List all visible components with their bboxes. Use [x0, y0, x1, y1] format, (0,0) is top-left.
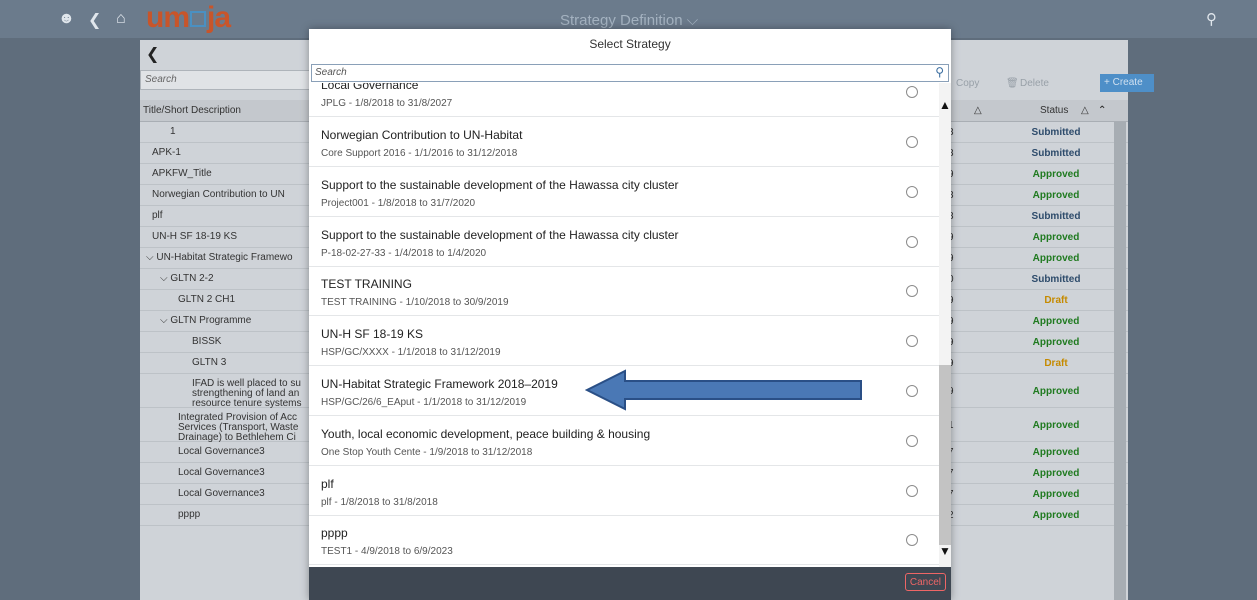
select-radio[interactable]	[906, 185, 918, 198]
select-radio[interactable]	[906, 484, 918, 497]
strategy-subtitle: HSP/GC/XXXX - 1/1/2018 to 31/12/2019	[321, 347, 501, 359]
sort-icon[interactable]: △	[974, 105, 982, 116]
row-title: Norwegian Contribution to UN	[152, 189, 285, 200]
back-icon[interactable]: ❮	[88, 10, 101, 30]
status-badge: Approved	[1032, 337, 1080, 348]
delete-icon[interactable]: 🗑	[1006, 78, 1019, 89]
strategy-title: TEST TRAINING	[321, 277, 412, 292]
row-title: ⌵ GLTN Programme	[160, 315, 252, 326]
strategy-list-item[interactable]: Norwegian Contribution to UN-Habitat Core…	[309, 117, 939, 167]
strategy-title: Support to the sustainable development o…	[321, 227, 679, 242]
column-title[interactable]: Title/Short Description	[143, 105, 241, 116]
select-radio[interactable]	[906, 335, 918, 348]
scrollbar[interactable]	[1114, 122, 1126, 600]
back-icon[interactable]: ❮	[146, 44, 159, 64]
strategy-title: Norwegian Contribution to UN-Habitat	[321, 128, 523, 142]
status-badge: Approved	[1032, 468, 1080, 479]
status-badge: Submitted	[1031, 148, 1081, 159]
strategy-subtitle: TEST TRAINING - 1/10/2018 to 30/9/2019	[321, 297, 509, 309]
column-status[interactable]: Status	[1040, 105, 1068, 116]
strategy-list-item[interactable]: UN-H SF 18-19 KS HSP/GC/XXXX - 1/1/2018 t…	[309, 316, 939, 367]
strategy-title: plf	[321, 476, 334, 491]
dialog-footer: Cancel	[309, 567, 951, 600]
scroll-up-icon[interactable]: ▲	[939, 98, 951, 112]
strategy-subtitle: plf - 1/8/2018 to 31/8/2018	[321, 496, 438, 508]
strategy-list-item[interactable]: Local Governance JPLG - 1/8/2018 to 31/8/…	[309, 83, 939, 117]
strategy-list-item[interactable]: pppp TEST1 - 4/9/2018 to 6/9/2023	[309, 515, 939, 566]
strategy-subtitle: P-18-02-27-33 - 1/4/2018 to 1/4/2020	[321, 247, 487, 259]
strategy-list-item[interactable]: Youth, local economic development, peace…	[309, 416, 939, 466]
search-input[interactable]: Search ⚲	[311, 64, 949, 82]
strategy-list: Local Governance JPLG - 1/8/2018 to 31/8/…	[309, 83, 939, 567]
status-badge: Approved	[1032, 253, 1080, 264]
status-badge: Approved	[1032, 447, 1080, 458]
row-title: APKFW_Title	[152, 168, 212, 179]
strategy-list-item[interactable]: plf plf - 1/8/2018 to 31/8/2018	[309, 466, 939, 516]
strategy-subtitle: Project001 - 1/8/2018 to 31/7/2020	[321, 197, 476, 209]
select-radio[interactable]	[906, 434, 918, 447]
status-badge: Approved	[1032, 316, 1080, 327]
status-badge: Submitted	[1031, 127, 1081, 138]
status-badge: Draft	[1044, 295, 1068, 306]
dialog-title: Select Strategy	[589, 37, 671, 51]
scroll-down-icon[interactable]: ▼	[939, 544, 951, 558]
status-badge: Submitted	[1031, 274, 1081, 285]
row-title: ⌵ GLTN 2-2	[160, 273, 214, 284]
strategy-list-item[interactable]: Support to the sustainable development o…	[309, 167, 939, 217]
strategy-subtitle: HSP/GC/26/6_EAput - 1/1/2018 to 31/12/20…	[321, 397, 527, 408]
strategy-subtitle: One Stop Youth Cente - 1/9/2018 to 31/12…	[321, 446, 533, 458]
strategy-title: pppp	[321, 526, 348, 541]
row-title: Integrated Provision of Acc Services (Tr…	[178, 412, 299, 443]
umoja-logo[interactable]: um ja	[146, 1, 231, 35]
select-radio[interactable]	[906, 385, 918, 397]
strategy-title: UN-Habitat Strategic Framework 2018–2019	[321, 377, 558, 391]
select-radio[interactable]	[906, 86, 918, 98]
strategy-list-item[interactable]: Support to the sustainable development o…	[309, 217, 939, 267]
status-badge: Approved	[1032, 510, 1080, 521]
status-badge: Submitted	[1031, 211, 1081, 222]
user-icon[interactable]: ☻	[58, 10, 75, 28]
list-search-input[interactable]: Search	[140, 70, 320, 90]
delete-button[interactable]: Delete	[1020, 78, 1049, 89]
row-title: plf	[152, 210, 163, 221]
select-radio[interactable]	[906, 136, 918, 148]
cancel-button[interactable]: Cancel	[904, 573, 946, 591]
status-badge: Approved	[1032, 190, 1080, 201]
status-badge: Approved	[1032, 489, 1080, 500]
status-badge: Approved	[1032, 232, 1080, 243]
copy-button[interactable]: Copy	[956, 78, 979, 89]
strategy-subtitle: Core Support 2016 - 1/1/2016 to 31/12/20…	[321, 148, 518, 159]
row-title: ⌵ UN-Habitat Strategic Framewo	[146, 252, 293, 263]
scroll-up-icon[interactable]: ⌃	[1098, 105, 1106, 116]
scrollbar-thumb[interactable]	[939, 365, 951, 545]
status-badge: Approved	[1032, 386, 1080, 397]
status-badge: Draft	[1044, 358, 1068, 369]
select-radio[interactable]	[906, 285, 918, 298]
search-placeholder: Search	[315, 67, 347, 78]
row-title: UN-H SF 18-19 KS	[152, 231, 238, 242]
create-button[interactable]: + Create	[1100, 74, 1154, 92]
select-radio[interactable]	[906, 235, 918, 248]
home-icon[interactable]: ⌂	[116, 10, 126, 28]
annotation-arrow-icon	[585, 369, 862, 411]
strategy-title: UN-H SF 18-19 KS	[321, 327, 424, 342]
select-radio[interactable]	[906, 534, 918, 547]
search-icon[interactable]: ⚲	[1206, 10, 1217, 28]
strategy-title: Local Governance	[321, 83, 419, 92]
create-label: Create	[1112, 77, 1143, 88]
sort-icon[interactable]: △	[1081, 105, 1089, 116]
status-badge: Approved	[1032, 420, 1080, 431]
strategy-list-item[interactable]: TEST TRAINING TEST TRAINING - 1/10/2018 t…	[309, 266, 939, 317]
search-icon[interactable]: ⚲	[935, 65, 944, 79]
strategy-subtitle: JPLG - 1/8/2018 to 31/8/2027	[321, 98, 453, 109]
app-title[interactable]: Strategy Definition ⌵	[560, 12, 698, 29]
strategy-title: Youth, local economic development, peace…	[321, 426, 651, 441]
strategy-title: Support to the sustainable development o…	[321, 177, 679, 192]
row-title: APK-1	[152, 147, 181, 158]
strategy-subtitle: TEST1 - 4/9/2018 to 6/9/2023	[321, 546, 453, 558]
row-title: IFAD is well placed to su strengthening …	[192, 378, 302, 409]
select-strategy-dialog: Select Strategy Search ⚲ Local Governanc…	[309, 29, 951, 600]
status-badge: Approved	[1032, 169, 1080, 180]
